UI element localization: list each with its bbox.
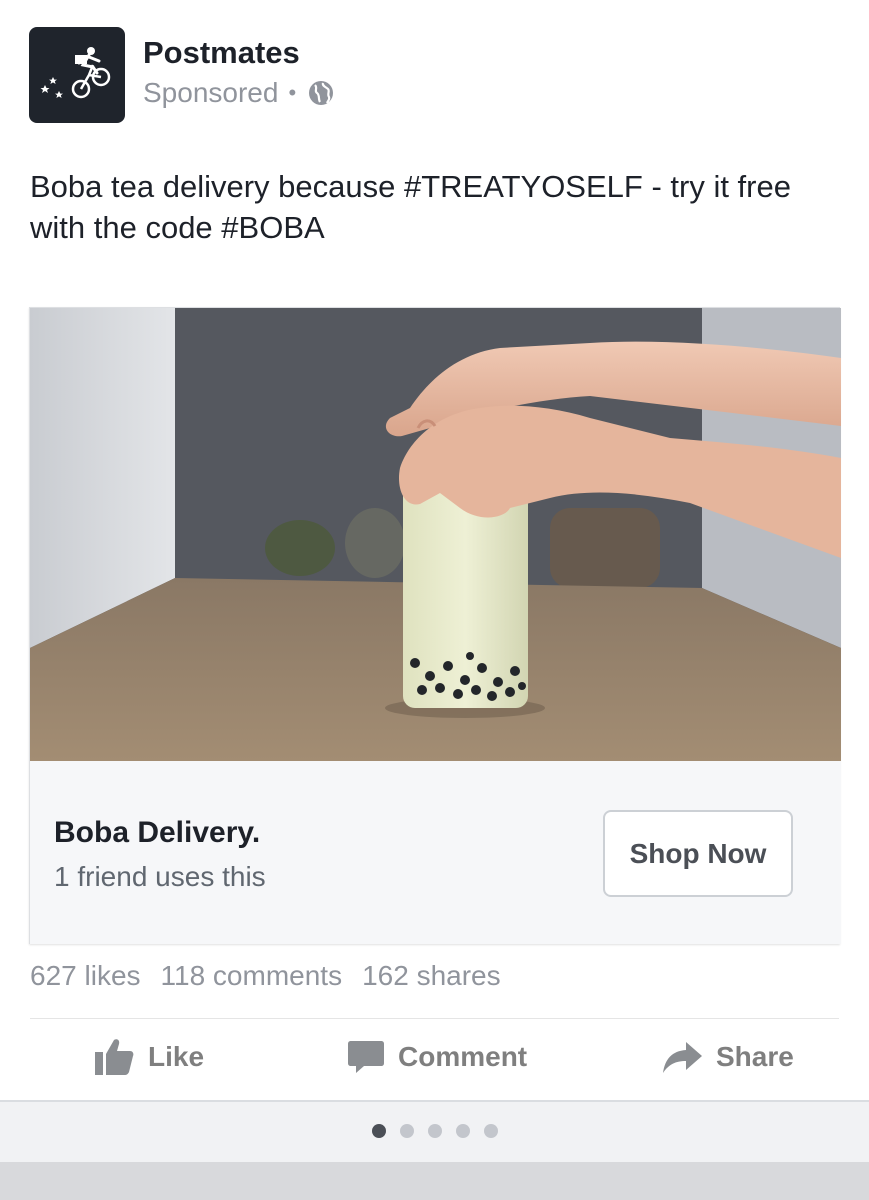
thumbs-up-icon — [95, 1039, 134, 1075]
card-subtitle: 1 friend uses this — [54, 861, 266, 892]
pager-dot[interactable] — [427, 1124, 442, 1138]
share-button[interactable]: Share — [662, 1030, 794, 1084]
pager-dot[interactable] — [483, 1124, 498, 1138]
share-label: Share — [716, 1041, 794, 1072]
post-body-text: Boba tea delivery because #TREATYOSELF -… — [30, 169, 791, 245]
postmates-courier-bike-icon — [40, 47, 111, 99]
likes-count[interactable]: 627 likes — [30, 960, 141, 992]
shares-count[interactable]: 162 shares — [362, 960, 501, 992]
ad-photo[interactable] — [30, 308, 841, 761]
globe-icon[interactable] — [308, 80, 334, 106]
pager-dot[interactable] — [455, 1124, 470, 1138]
like-label: Like — [148, 1041, 205, 1072]
post-meta: Sponsored • — [143, 77, 334, 109]
bottom-strip — [0, 1162, 869, 1200]
shop-now-button[interactable]: Shop Now — [603, 810, 793, 897]
comment-button[interactable]: Comment — [348, 1030, 527, 1084]
card-title[interactable]: Boba Delivery. — [54, 816, 260, 850]
avatar[interactable] — [29, 27, 125, 123]
post-header: Postmates Sponsored • — [29, 27, 629, 123]
sponsored-label[interactable]: Sponsored — [143, 77, 278, 109]
pager-dots — [0, 1124, 869, 1138]
pager-dot[interactable] — [371, 1124, 386, 1138]
like-button[interactable]: Like — [94, 1030, 204, 1084]
card-footer: Boba Delivery. 1 friend uses this Shop N… — [30, 761, 841, 944]
share-arrow-icon — [663, 1042, 702, 1073]
comments-count[interactable]: 118 comments — [161, 960, 343, 992]
action-divider — [30, 1018, 839, 1019]
comment-label: Comment — [398, 1041, 528, 1072]
pager-dot[interactable] — [399, 1124, 414, 1138]
action-bar: Like Comment Share — [30, 1030, 839, 1084]
page-name[interactable]: Postmates — [143, 35, 300, 71]
engagement-stats: 627 likes 118 comments 162 shares — [30, 960, 501, 992]
carousel-pager-bar — [0, 1100, 869, 1162]
meta-separator: • — [288, 80, 297, 105]
speech-bubble-icon — [348, 1041, 384, 1073]
link-card[interactable]: Boba Delivery. 1 friend uses this Shop N… — [29, 307, 841, 944]
sponsored-post: Postmates Sponsored • Boba tea delivery … — [0, 0, 869, 1100]
